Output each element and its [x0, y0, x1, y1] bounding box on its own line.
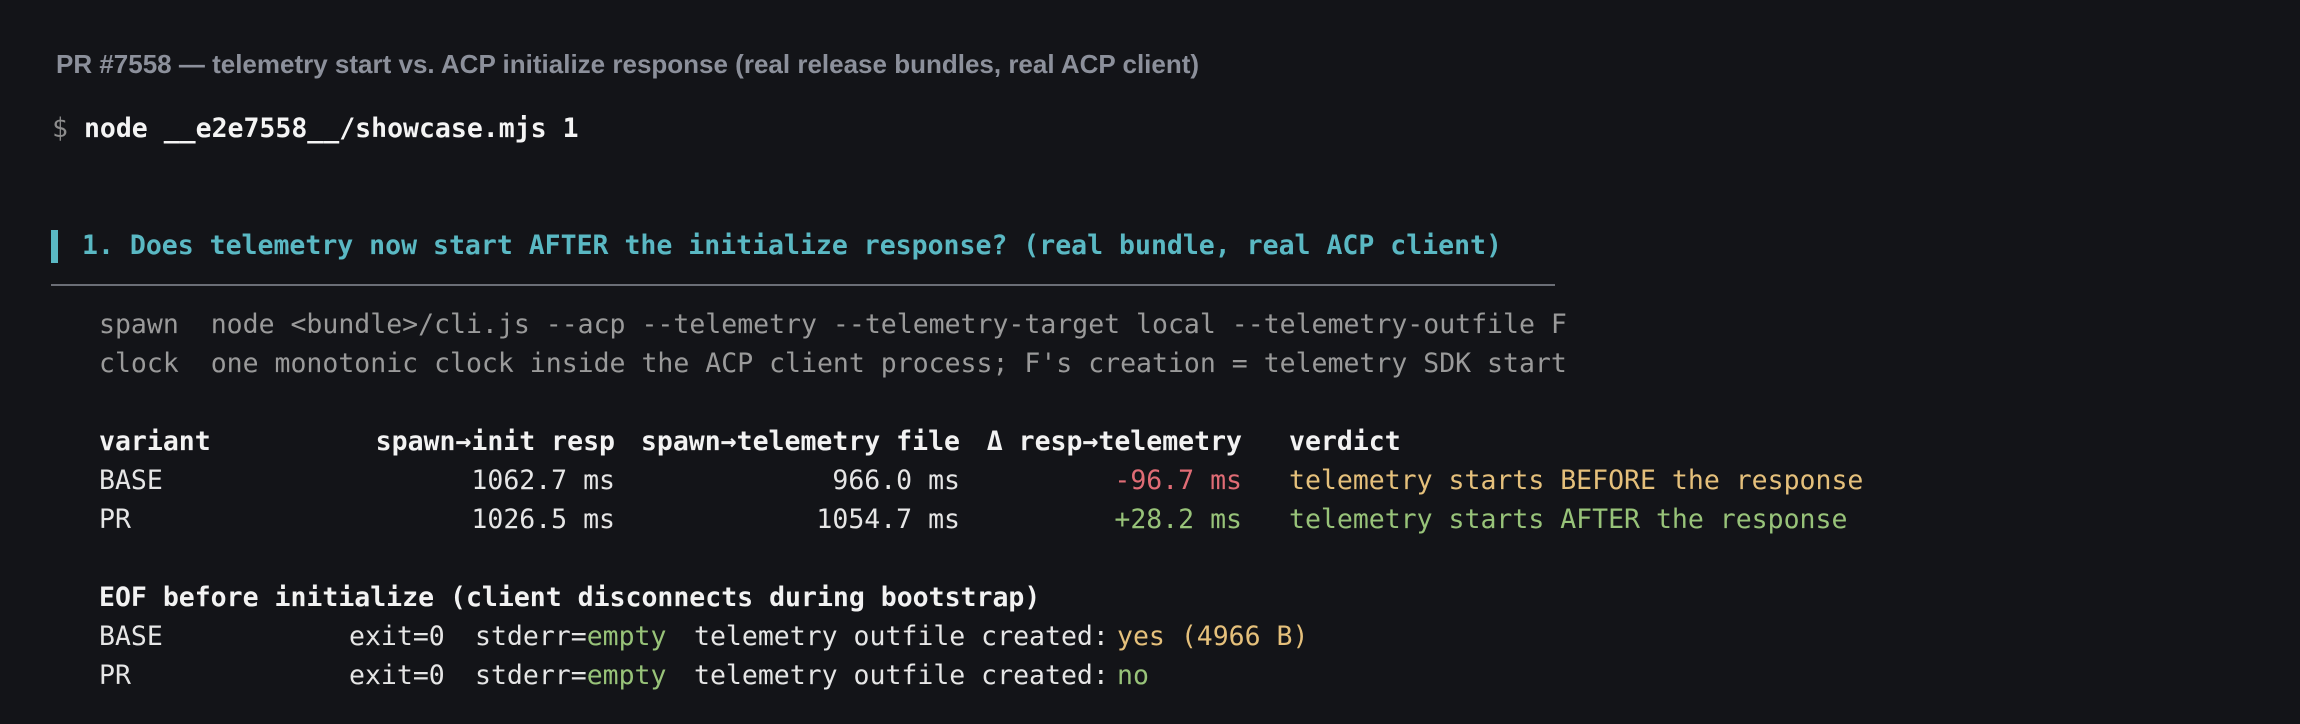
eof-exit: exit=0 [349, 660, 445, 691]
info-key: clock [99, 348, 179, 379]
row-delta: -96.7 ms [1114, 465, 1242, 496]
row-init-resp: 1062.7 ms [471, 465, 615, 496]
row-variant: BASE [99, 465, 163, 496]
info-line-spawn: spawn node <bundle>/cli.js --acp --telem… [99, 309, 1567, 340]
info-key: spawn [99, 309, 179, 340]
eof-variant: BASE [99, 621, 163, 652]
page-title: PR #7558 — telemetry start vs. ACP initi… [56, 49, 1200, 79]
info-value: node <bundle>/cli.js --acp --telemetry -… [210, 309, 1567, 340]
row-telemetry-file: 1054.7 ms [816, 504, 960, 535]
column-header-init-resp: spawn→init resp [375, 426, 615, 457]
command-line: $ node __e2e7558__/showcase.mjs 1 [52, 113, 579, 144]
eof-variant: PR [99, 660, 131, 691]
eof-stderr-label: stderr= [475, 621, 587, 652]
shell-prompt: $ [52, 113, 68, 144]
row-verdict: telemetry starts AFTER the response [1289, 504, 1848, 535]
eof-stderr-value: empty [586, 621, 667, 652]
column-header-verdict: verdict [1289, 426, 1401, 457]
column-header-telemetry-file: spawn→telemetry file [640, 426, 960, 457]
info-value: one monotonic clock inside the ACP clien… [210, 348, 1567, 379]
section-title: 1. Does telemetry now start AFTER the in… [82, 230, 1502, 261]
section-divider [51, 284, 1555, 286]
eof-section-title: EOF before initialize (client disconnect… [99, 582, 1041, 613]
section-accent-bar [51, 230, 58, 263]
eof-outfile-value: yes (4966 B) [1117, 621, 1309, 652]
eof-outfile-label: telemetry outfile created: [694, 621, 1109, 652]
eof-stderr: stderr=empty [475, 621, 666, 652]
row-verdict: telemetry starts BEFORE the response [1289, 465, 1864, 496]
info-line-clock: clock one monotonic clock inside the ACP… [99, 348, 1567, 379]
command-text: node __e2e7558__/showcase.mjs 1 [83, 113, 579, 144]
eof-stderr-value: empty [586, 660, 667, 691]
eof-outfile-label: telemetry outfile created: [694, 660, 1109, 691]
row-variant: PR [99, 504, 131, 535]
eof-outfile-value: no [1117, 660, 1149, 691]
column-header-variant: variant [99, 426, 211, 457]
row-delta: +28.2 ms [1114, 504, 1242, 535]
eof-exit: exit=0 [349, 621, 445, 652]
eof-stderr: stderr=empty [475, 660, 666, 691]
row-init-resp: 1026.5 ms [471, 504, 615, 535]
column-header-delta: Δ resp→telemetry [986, 426, 1242, 457]
row-telemetry-file: 966.0 ms [832, 465, 960, 496]
eof-stderr-label: stderr= [475, 660, 587, 691]
